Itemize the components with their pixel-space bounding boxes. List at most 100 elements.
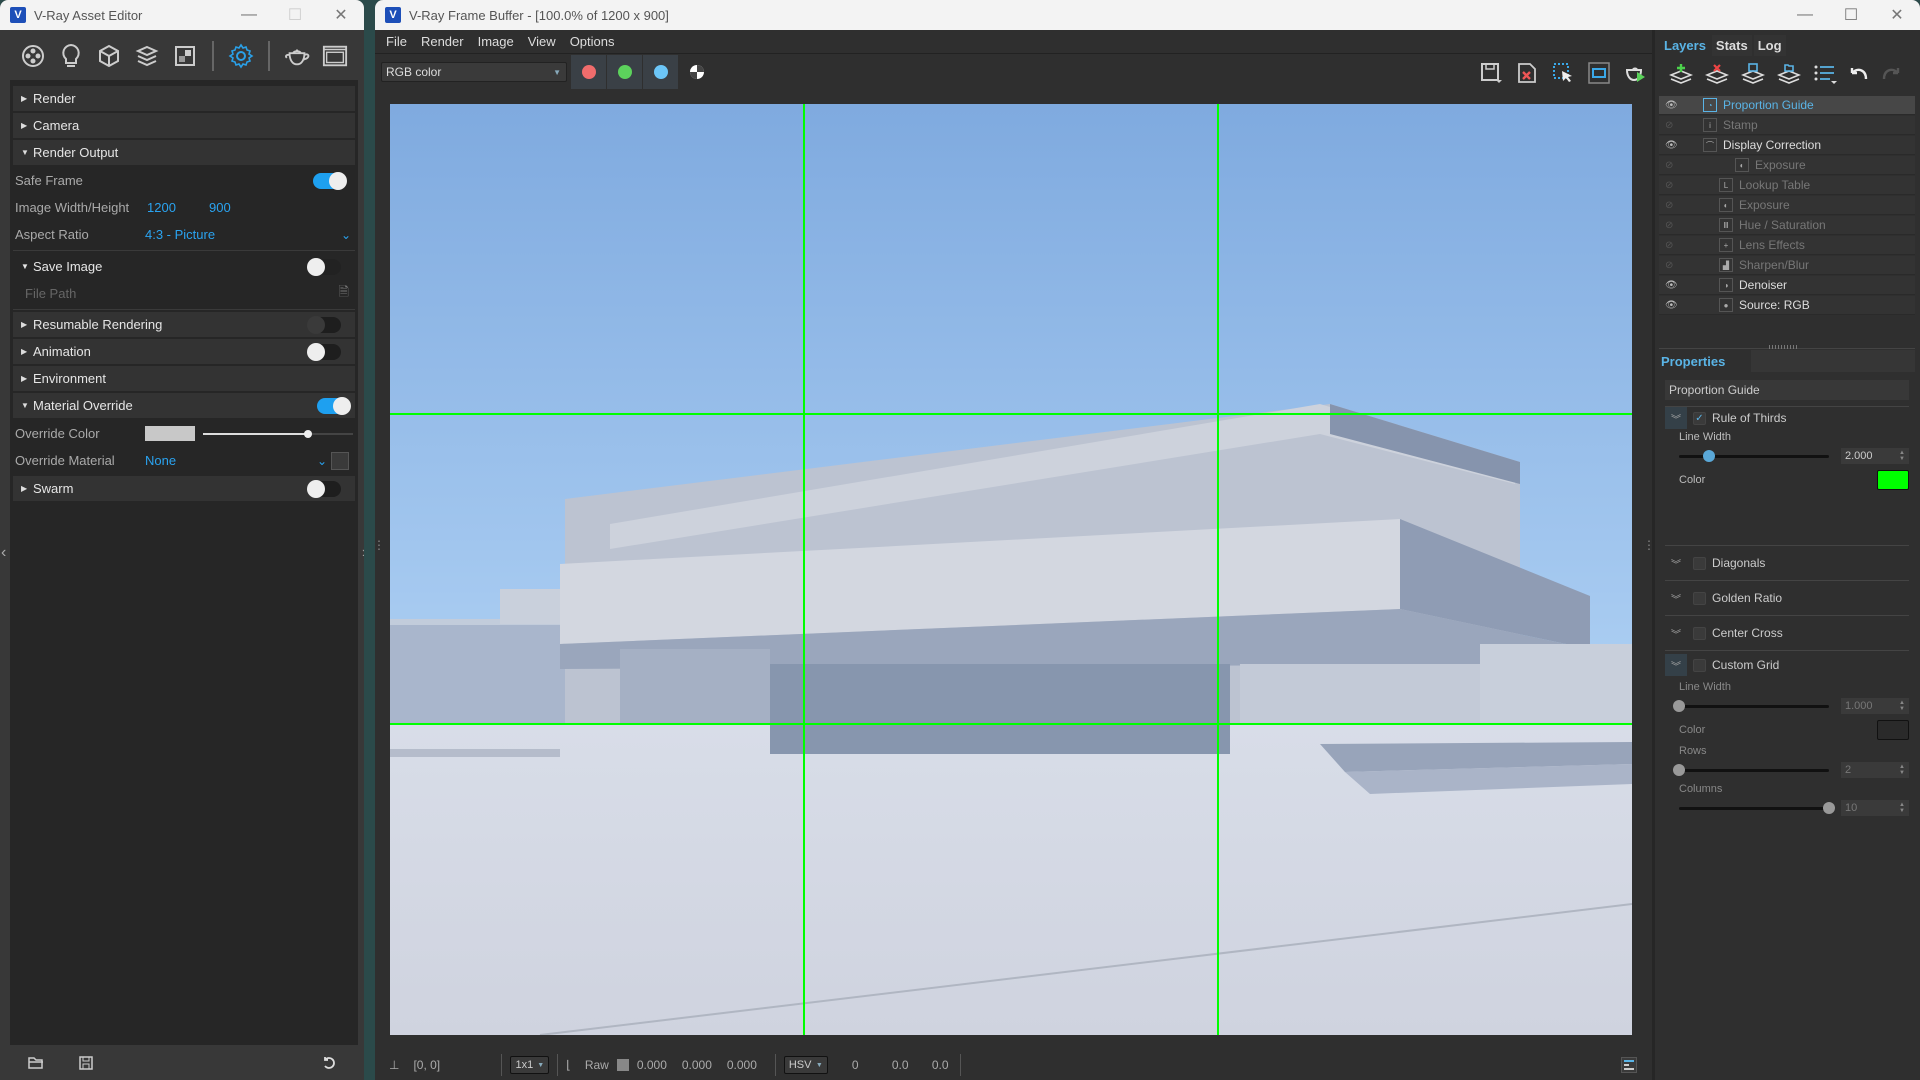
eye-icon[interactable]: 👁 bbox=[1665, 280, 1681, 291]
add-layer-icon[interactable] bbox=[1668, 63, 1694, 88]
layer-row[interactable]: 👁 ◔ Proportion Guide bbox=[1659, 96, 1915, 115]
grid-color-swatch[interactable] bbox=[1877, 720, 1909, 740]
file-browse-icon[interactable]: 🗎 bbox=[339, 283, 349, 305]
center-cross-checkbox[interactable] bbox=[1693, 626, 1706, 640]
reset-icon[interactable] bbox=[322, 1056, 336, 1073]
alpha-channel-button[interactable] bbox=[679, 55, 714, 89]
expand-chevron-icon[interactable]: ︾ bbox=[1665, 654, 1687, 676]
eye-hidden-icon[interactable]: ⊘ bbox=[1665, 160, 1681, 171]
lights-icon[interactable] bbox=[58, 43, 84, 69]
section-swarm[interactable]: ▶ Swarm bbox=[13, 476, 355, 501]
eye-hidden-icon[interactable]: ⊘ bbox=[1665, 200, 1681, 211]
eye-icon[interactable]: 👁 bbox=[1665, 100, 1681, 111]
layer-list-icon[interactable] bbox=[1813, 63, 1837, 88]
eye-hidden-icon[interactable]: ⊘ bbox=[1665, 260, 1681, 271]
section-save-image[interactable]: ▼ Save Image bbox=[13, 253, 355, 280]
materials-icon[interactable] bbox=[20, 43, 46, 69]
load-layers-icon[interactable] bbox=[1776, 63, 1802, 88]
layer-row[interactable]: 👁 ⌒ Display Correction bbox=[1659, 136, 1915, 155]
eye-icon[interactable]: 👁 bbox=[1665, 300, 1681, 311]
maximize-button[interactable]: ☐ bbox=[1828, 0, 1874, 30]
eye-icon[interactable]: 👁 bbox=[1665, 140, 1681, 151]
toggle-panel-icon[interactable] bbox=[1621, 1057, 1637, 1073]
diagonals-checkbox[interactable] bbox=[1693, 556, 1706, 570]
channel-select[interactable]: RGB color ▼ bbox=[381, 62, 567, 82]
layer-row[interactable]: ⊘ ◐ Exposure bbox=[1659, 196, 1915, 215]
animation-toggle[interactable] bbox=[307, 342, 341, 361]
chevron-down-icon[interactable]: ⌄ bbox=[341, 228, 351, 242]
material-preview-icon[interactable] bbox=[331, 451, 349, 470]
rows-slider[interactable] bbox=[1673, 763, 1829, 776]
rule-of-thirds-checkbox[interactable]: ✓ bbox=[1693, 411, 1706, 425]
save-image-icon[interactable] bbox=[1478, 60, 1504, 86]
section-render[interactable]: ▶ Render bbox=[13, 86, 355, 111]
expand-chevron-icon[interactable]: ︾ bbox=[1665, 622, 1687, 644]
section-resumable-rendering[interactable]: ▶ Resumable Rendering bbox=[13, 312, 355, 337]
menu-options[interactable]: Options bbox=[563, 34, 622, 49]
redo-icon[interactable] bbox=[1881, 65, 1901, 86]
chevron-down-icon[interactable]: ⌄ bbox=[317, 454, 327, 468]
layer-row[interactable]: ⊘ ◐ Exposure bbox=[1659, 156, 1915, 175]
layer-row[interactable]: 👁 ◑ Denoiser bbox=[1659, 276, 1915, 295]
menu-view[interactable]: View bbox=[521, 34, 563, 49]
expand-chevron-icon[interactable]: ︾ bbox=[1665, 552, 1687, 574]
close-button[interactable]: ✕ bbox=[318, 0, 364, 30]
red-channel-button[interactable] bbox=[571, 55, 606, 89]
grid-line-width-spinbox[interactable]: 1.000 ▲ ▼ bbox=[1841, 698, 1909, 714]
green-channel-button[interactable] bbox=[607, 55, 642, 89]
render-output-icon[interactable] bbox=[322, 43, 348, 69]
section-render-output[interactable]: ▼ Render Output bbox=[13, 140, 355, 165]
slider-thumb[interactable] bbox=[1673, 699, 1685, 712]
delete-layer-icon[interactable] bbox=[1704, 63, 1730, 88]
undo-icon[interactable] bbox=[1849, 65, 1869, 86]
panel-resize-handle[interactable] bbox=[1769, 345, 1799, 349]
slider-thumb[interactable] bbox=[1703, 449, 1715, 462]
guide-color-swatch[interactable] bbox=[1877, 470, 1909, 490]
panel-splitter-handle[interactable]: ⋮ bbox=[375, 538, 385, 552]
override-color-swatch[interactable] bbox=[145, 426, 195, 441]
settings-icon[interactable] bbox=[228, 43, 254, 69]
layer-row[interactable]: ⊘ L Lookup Table bbox=[1659, 176, 1915, 195]
section-environment[interactable]: ▶ Environment bbox=[13, 366, 355, 391]
override-color-slider[interactable] bbox=[203, 429, 353, 438]
safe-frame-toggle[interactable] bbox=[313, 171, 347, 190]
resumable-toggle[interactable] bbox=[307, 315, 341, 334]
maximize-button[interactable]: ☐ bbox=[272, 0, 318, 30]
image-height-field[interactable]: 900 bbox=[209, 200, 231, 215]
slider-thumb[interactable] bbox=[1673, 763, 1685, 776]
layer-row[interactable]: 👁 ● Source: RGB bbox=[1659, 296, 1915, 315]
layer-row[interactable]: ⊘ Ⅲ Hue / Saturation bbox=[1659, 216, 1915, 235]
curve-icon[interactable]: ⌊ bbox=[566, 1058, 571, 1072]
render-teapot-icon[interactable] bbox=[284, 43, 310, 69]
custom-grid-checkbox[interactable] bbox=[1693, 658, 1706, 672]
color-mode-select[interactable]: HSV ▼ bbox=[783, 1056, 828, 1074]
region-render-icon[interactable] bbox=[1550, 60, 1576, 86]
sample-size-select[interactable]: 1x1 ▼ bbox=[510, 1056, 550, 1074]
eye-hidden-icon[interactable]: ⊘ bbox=[1665, 180, 1681, 191]
layer-name-field[interactable]: Proportion Guide bbox=[1665, 380, 1909, 400]
tab-layers[interactable]: Layers bbox=[1660, 35, 1710, 56]
geometry-icon[interactable] bbox=[96, 43, 122, 69]
blue-channel-button[interactable] bbox=[643, 55, 678, 89]
open-folder-icon[interactable] bbox=[28, 1056, 44, 1073]
layer-row[interactable]: ⊘ + Lens Effects bbox=[1659, 236, 1915, 255]
tab-log[interactable]: Log bbox=[1753, 35, 1786, 56]
save-icon[interactable] bbox=[79, 1055, 93, 1073]
close-button[interactable]: ✕ bbox=[1874, 0, 1920, 30]
layers-icon[interactable] bbox=[134, 43, 160, 69]
line-width-spinbox[interactable]: 2.000 ▲ ▼ bbox=[1841, 448, 1909, 464]
save-image-toggle[interactable] bbox=[307, 257, 341, 276]
rows-spinbox[interactable]: 2 ▲ ▼ bbox=[1841, 762, 1909, 778]
eye-hidden-icon[interactable]: ⊘ bbox=[1665, 120, 1681, 131]
override-material-dropdown[interactable]: None bbox=[145, 453, 176, 468]
section-animation[interactable]: ▶ Animation bbox=[13, 339, 355, 364]
textures-icon[interactable] bbox=[172, 43, 198, 69]
grid-line-width-slider[interactable] bbox=[1673, 699, 1829, 712]
render-region-frame-icon[interactable] bbox=[1586, 60, 1612, 86]
menu-image[interactable]: Image bbox=[471, 34, 521, 49]
layer-row[interactable]: ⊘ i Stamp bbox=[1659, 116, 1915, 135]
frame-buffer-titlebar[interactable]: V V-Ray Frame Buffer - [100.0% of 1200 x… bbox=[375, 0, 1920, 30]
columns-spinbox[interactable]: 10 ▲ ▼ bbox=[1841, 800, 1909, 816]
line-width-slider[interactable] bbox=[1679, 449, 1829, 462]
layer-row[interactable]: ⊘ ▟ Sharpen/Blur bbox=[1659, 256, 1915, 275]
